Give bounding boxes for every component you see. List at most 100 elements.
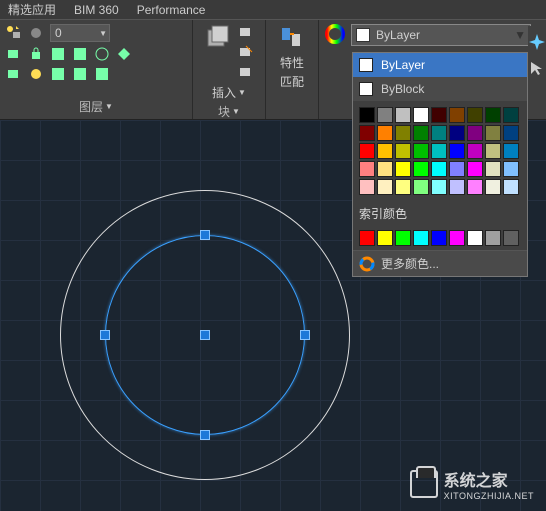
palette-swatch[interactable] bbox=[377, 143, 393, 159]
palette-swatch[interactable] bbox=[431, 161, 447, 177]
palette-swatch[interactable] bbox=[395, 161, 411, 177]
palette-swatch[interactable] bbox=[485, 125, 501, 141]
palette-swatch[interactable] bbox=[431, 125, 447, 141]
palette-swatch[interactable] bbox=[395, 179, 411, 195]
layer-freeze-icon[interactable] bbox=[6, 46, 22, 62]
layer-new-icon[interactable] bbox=[6, 25, 22, 41]
tab-bar: 精选应用 BIM 360 Performance bbox=[0, 0, 546, 20]
palette-swatch[interactable] bbox=[359, 179, 375, 195]
tab-bim360[interactable]: BIM 360 bbox=[74, 3, 119, 17]
palette-swatch[interactable] bbox=[431, 107, 447, 123]
palette-swatch[interactable] bbox=[467, 161, 483, 177]
palette-swatch[interactable] bbox=[449, 107, 465, 123]
palette-swatch[interactable] bbox=[413, 143, 429, 159]
insert-label[interactable]: 插入 bbox=[212, 84, 236, 101]
palette-swatch[interactable] bbox=[485, 107, 501, 123]
create-block-icon[interactable] bbox=[238, 24, 254, 40]
layer-dropdown[interactable]: 0 ▼ bbox=[50, 24, 110, 42]
palette-swatch[interactable] bbox=[395, 107, 411, 123]
palette-swatch[interactable] bbox=[359, 125, 375, 141]
layer-walk-icon[interactable] bbox=[28, 66, 44, 82]
props-label-2: 匹配 bbox=[280, 73, 304, 90]
panel-blocks-label: 块 ▼ bbox=[199, 101, 259, 120]
grip-top[interactable] bbox=[200, 230, 210, 240]
palette-swatch[interactable] bbox=[467, 179, 483, 195]
palette-swatch[interactable] bbox=[485, 179, 501, 195]
palette-swatch[interactable] bbox=[431, 179, 447, 195]
attr-block-icon[interactable] bbox=[238, 64, 254, 80]
layer-prev-icon[interactable] bbox=[94, 46, 110, 62]
palette-swatch[interactable] bbox=[503, 179, 519, 195]
insert-block-icon[interactable] bbox=[204, 24, 232, 52]
layer-states-icon[interactable] bbox=[6, 66, 22, 82]
grip-bottom[interactable] bbox=[200, 430, 210, 440]
layer-color-icon[interactable] bbox=[50, 46, 66, 62]
palette-swatch[interactable] bbox=[431, 143, 447, 159]
palette-swatch[interactable] bbox=[449, 161, 465, 177]
palette-swatch[interactable] bbox=[449, 143, 465, 159]
palette-swatch[interactable] bbox=[467, 143, 483, 159]
index-swatch[interactable] bbox=[431, 230, 447, 246]
layer-merge-icon[interactable] bbox=[50, 66, 66, 82]
index-swatch[interactable] bbox=[485, 230, 501, 246]
palette-swatch[interactable] bbox=[377, 125, 393, 141]
cursor-arrow-icon[interactable] bbox=[529, 60, 545, 76]
index-swatch[interactable] bbox=[467, 230, 483, 246]
layer-off-icon[interactable] bbox=[28, 25, 44, 41]
panel-layers: 0 ▼ 图层 ▼ bbox=[0, 20, 193, 119]
palette-swatch[interactable] bbox=[359, 143, 375, 159]
tab-featured[interactable]: 精选应用 bbox=[8, 1, 56, 18]
palette-swatch[interactable] bbox=[395, 143, 411, 159]
palette-swatch[interactable] bbox=[485, 143, 501, 159]
color-wheel-icon[interactable] bbox=[325, 24, 345, 44]
index-swatch[interactable] bbox=[503, 230, 519, 246]
palette-swatch[interactable] bbox=[359, 107, 375, 123]
palette-swatch[interactable] bbox=[377, 107, 393, 123]
palette-swatch[interactable] bbox=[503, 161, 519, 177]
layer-iso-icon[interactable] bbox=[116, 46, 132, 62]
more-colors[interactable]: 更多颜色... bbox=[353, 250, 527, 276]
layer-manager-icon[interactable] bbox=[94, 66, 110, 82]
palette-swatch[interactable] bbox=[503, 143, 519, 159]
edit-block-icon[interactable] bbox=[238, 44, 254, 60]
palette-swatch[interactable] bbox=[377, 179, 393, 195]
palette-swatch[interactable] bbox=[449, 125, 465, 141]
index-swatch[interactable] bbox=[359, 230, 375, 246]
match-props-icon[interactable] bbox=[278, 24, 306, 52]
palette-swatch[interactable] bbox=[413, 107, 429, 123]
grip-left[interactable] bbox=[100, 330, 110, 340]
index-swatch[interactable] bbox=[413, 230, 429, 246]
color-option-byblock[interactable]: ByBlock bbox=[353, 77, 527, 101]
index-colors-row bbox=[353, 226, 527, 250]
grip-center[interactable] bbox=[200, 330, 210, 340]
palette-swatch[interactable] bbox=[503, 125, 519, 141]
layer-delete-icon[interactable] bbox=[72, 66, 88, 82]
palette-swatch[interactable] bbox=[377, 161, 393, 177]
panel-blocks: 插入 ▼ 块 ▼ bbox=[193, 20, 266, 119]
palette-swatch[interactable] bbox=[467, 107, 483, 123]
layer-lock-icon[interactable] bbox=[28, 46, 44, 62]
index-swatch[interactable] bbox=[377, 230, 393, 246]
palette-swatch[interactable] bbox=[413, 161, 429, 177]
palette-swatch[interactable] bbox=[359, 161, 375, 177]
palette-swatch[interactable] bbox=[503, 107, 519, 123]
palette-swatch[interactable] bbox=[395, 125, 411, 141]
palette-swatch[interactable] bbox=[485, 161, 501, 177]
right-tool-strip bbox=[528, 26, 546, 96]
color-selector[interactable]: ByLayer ▼ bbox=[351, 24, 531, 46]
index-swatch[interactable] bbox=[449, 230, 465, 246]
palette-swatch[interactable] bbox=[413, 125, 429, 141]
color-current: ByLayer bbox=[376, 28, 420, 42]
layer-match-icon[interactable] bbox=[72, 46, 88, 62]
palette-swatch[interactable] bbox=[413, 179, 429, 195]
color-option-bylayer[interactable]: ByLayer bbox=[353, 53, 527, 77]
palette-swatch[interactable] bbox=[449, 179, 465, 195]
sparkle-icon[interactable] bbox=[529, 34, 545, 50]
color-wheel-icon bbox=[359, 256, 375, 272]
color-palette bbox=[353, 101, 527, 201]
panel-props: 特性 匹配 bbox=[266, 20, 319, 119]
palette-swatch[interactable] bbox=[467, 125, 483, 141]
index-swatch[interactable] bbox=[395, 230, 411, 246]
grip-right[interactable] bbox=[300, 330, 310, 340]
tab-performance[interactable]: Performance bbox=[137, 3, 206, 17]
